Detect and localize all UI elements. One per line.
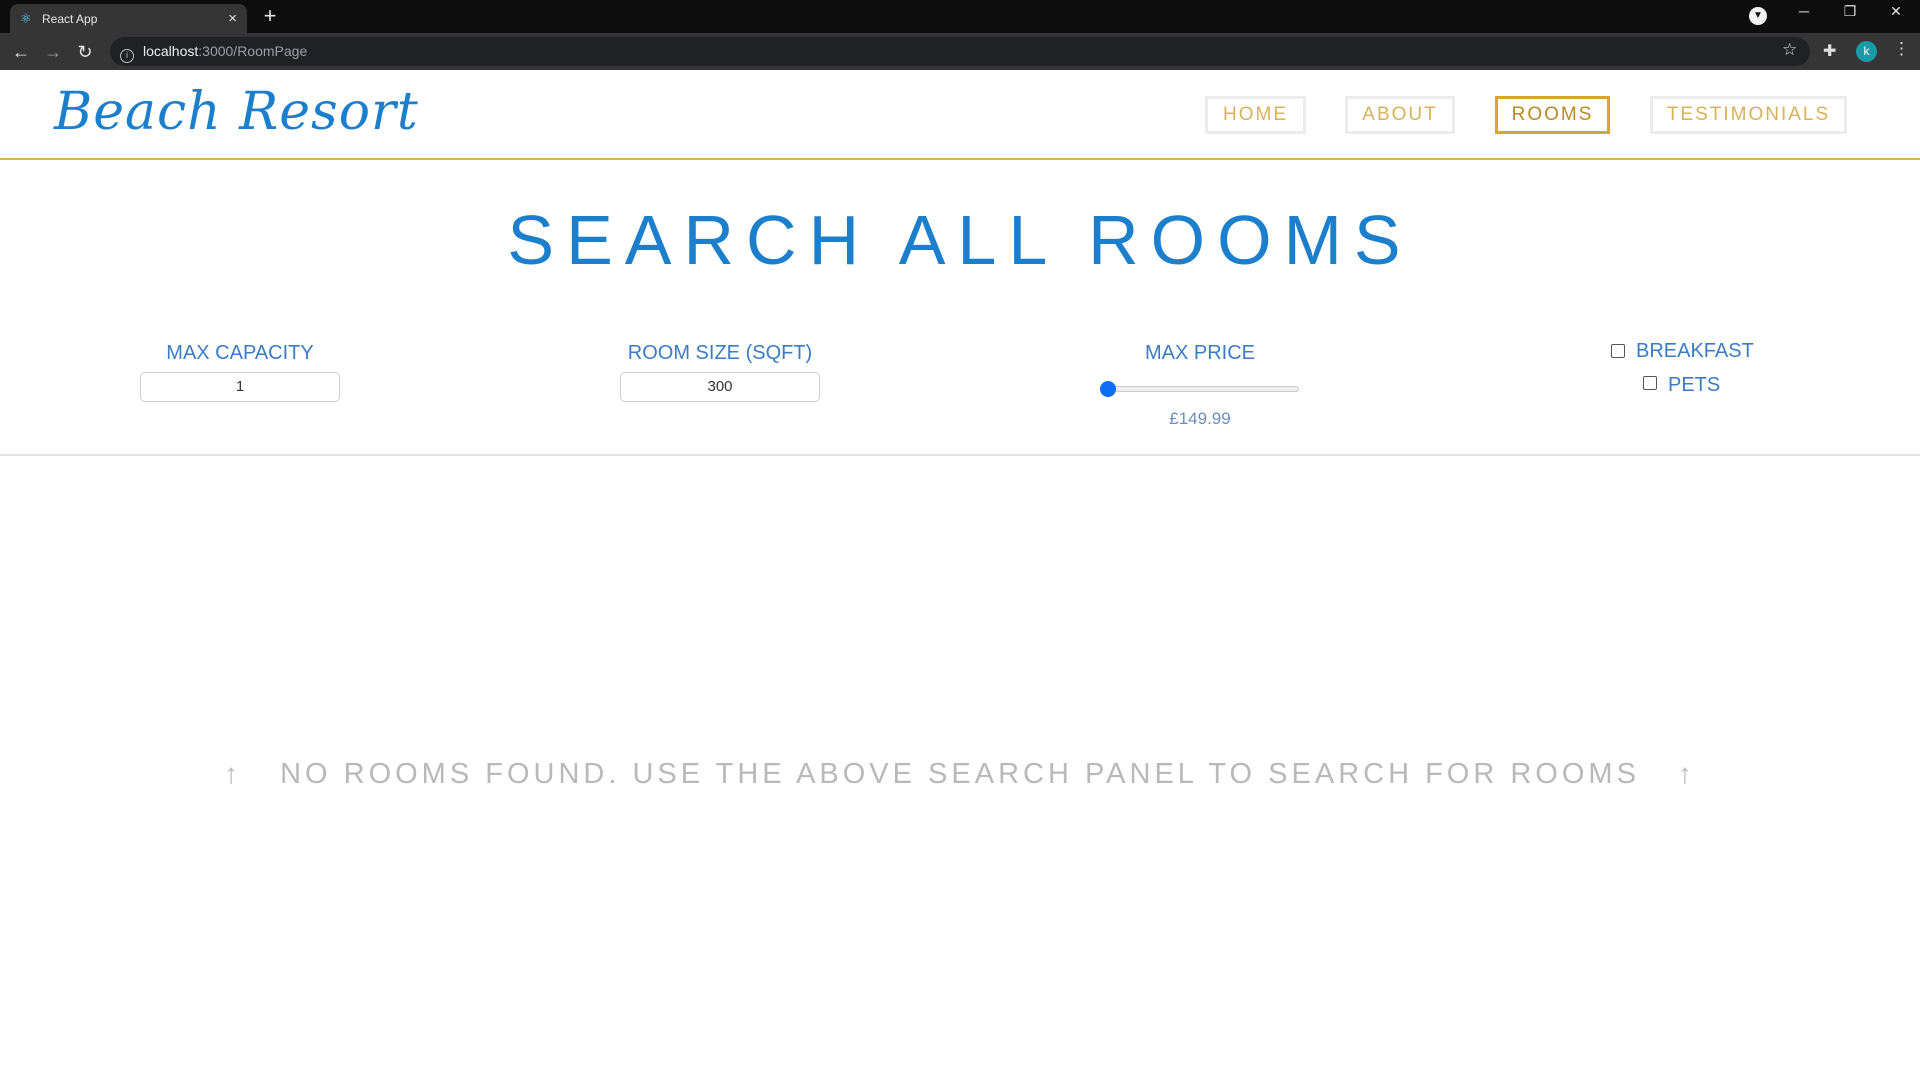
site-info-icon[interactable]: i <box>120 49 134 63</box>
up-arrow-icon: ↑ <box>1677 758 1696 789</box>
site-navbar: Beach Resort HOME ABOUT ROOMS TESTIMONIA… <box>0 70 1920 160</box>
page-title: SEARCH ALL ROOMS <box>507 201 1413 279</box>
no-rooms-message: ↑ NO ROOMS FOUND. USE THE ABOVE SEARCH PA… <box>0 758 1920 791</box>
max-capacity-label: MAX CAPACITY <box>166 342 314 364</box>
nav-testimonials-link[interactable]: TESTIMONIALS <box>1650 96 1847 134</box>
bookmark-star-icon[interactable]: ☆ <box>1782 40 1797 60</box>
max-price-slider-thumb[interactable] <box>1100 381 1116 397</box>
browser-menu-icon[interactable]: ⋮ <box>1893 39 1910 59</box>
max-capacity-input[interactable]: 1 <box>140 372 340 402</box>
react-favicon-icon: ⚛ <box>20 10 32 26</box>
profile-avatar[interactable]: k <box>1856 41 1877 62</box>
close-window-icon[interactable]: ✕ <box>1876 3 1916 20</box>
browser-toolbar: ← → ↻ i localhost:3000/RoomPage <box>0 33 1920 70</box>
max-price-slider[interactable] <box>1100 381 1299 397</box>
section-divider <box>0 454 1920 456</box>
forward-icon[interactable]: → <box>41 40 65 64</box>
nav-home-link[interactable]: HOME <box>1205 96 1306 134</box>
pets-checkbox[interactable] <box>1643 376 1657 390</box>
reload-icon[interactable]: ↻ <box>73 40 97 64</box>
extensions-puzzle-icon[interactable]: ✚ <box>1823 41 1836 61</box>
room-size-label: ROOM SIZE (SQFT) <box>627 342 813 364</box>
close-tab-icon[interactable]: × <box>228 10 237 27</box>
new-tab-icon[interactable]: + <box>258 5 282 29</box>
tab-title: React App <box>42 11 98 26</box>
room-size-input[interactable]: 300 <box>620 372 820 402</box>
browser-tab[interactable]: ⚛ React App × <box>10 4 247 33</box>
pets-label[interactable]: PETS <box>1668 374 1720 397</box>
max-price-value: £149.99 <box>1169 409 1231 428</box>
site-logo[interactable]: Beach Resort <box>54 82 419 142</box>
max-price-label: MAX PRICE <box>1144 342 1256 364</box>
empty-message-text: NO ROOMS FOUND. USE THE ABOVE SEARCH PAN… <box>280 758 1640 790</box>
address-bar[interactable]: i localhost:3000/RoomPage <box>110 37 1810 66</box>
back-icon[interactable]: ← <box>9 40 33 64</box>
browser-tab-strip: ⚛ React App × + ▼ ─ ❐ ✕ <box>0 0 1920 33</box>
nav-rooms-link[interactable]: ROOMS <box>1495 96 1610 134</box>
up-arrow-icon: ↑ <box>224 758 243 789</box>
nav-about-link[interactable]: ABOUT <box>1345 96 1455 134</box>
breakfast-label[interactable]: BREAKFAST <box>1636 340 1754 363</box>
restore-icon[interactable]: ❐ <box>1830 3 1870 20</box>
url-host: localhost <box>143 43 199 59</box>
url-path: :3000/RoomPage <box>198 43 308 59</box>
download-icon[interactable]: ▼ <box>1749 7 1767 25</box>
minimize-icon[interactable]: ─ <box>1784 3 1824 19</box>
page: Beach Resort HOME ABOUT ROOMS TESTIMONIA… <box>0 70 1920 1080</box>
breakfast-checkbox[interactable] <box>1611 344 1625 358</box>
